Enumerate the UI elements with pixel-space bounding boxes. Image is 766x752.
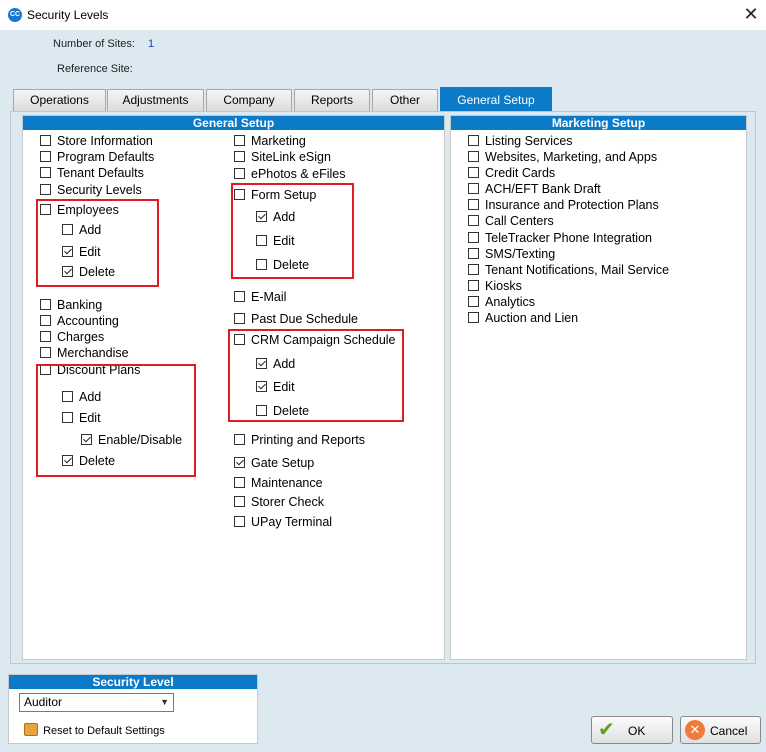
checkbox-security-levels[interactable]: Security Levels xyxy=(40,183,142,199)
checkbox[interactable] xyxy=(40,135,51,146)
tab-operations[interactable]: Operations xyxy=(13,89,106,111)
checkbox-banking[interactable]: Banking xyxy=(40,298,102,314)
checkbox-tenant-defaults[interactable]: Tenant Defaults xyxy=(40,166,144,182)
checkbox-kiosks[interactable]: Kiosks xyxy=(468,279,522,295)
checkbox-merchandise[interactable]: Merchandise xyxy=(40,346,129,362)
highlight-box-discount-plans xyxy=(36,364,196,477)
tab-reports[interactable]: Reports xyxy=(294,89,370,111)
cancel-icon: ✕ xyxy=(685,720,705,740)
checkbox-accounting[interactable]: Accounting xyxy=(40,314,119,330)
close-icon[interactable]: ✕ xyxy=(736,0,766,30)
general-setup-header: General Setup xyxy=(23,116,444,130)
checkbox-store-information[interactable]: Store Information xyxy=(40,134,153,150)
checkbox-gate-setup[interactable]: Gate Setup xyxy=(234,456,314,472)
checkbox-tenant-notifications[interactable]: Tenant Notifications, Mail Service xyxy=(468,263,669,279)
ok-label: OK xyxy=(628,724,646,738)
cancel-label: Cancel xyxy=(710,724,748,738)
highlight-box-form-setup xyxy=(231,183,354,279)
checkbox-websites-marketing-apps[interactable]: Websites, Marketing, and Apps xyxy=(468,150,657,166)
tab-general-setup[interactable]: General Setup xyxy=(440,87,552,112)
checkbox-ach-eft[interactable]: ACH/EFT Bank Draft xyxy=(468,182,601,198)
ok-button[interactable]: ✔ OK xyxy=(591,716,673,744)
reset-icon xyxy=(24,723,38,736)
security-level-header: Security Level xyxy=(9,675,257,689)
highlight-box-employees xyxy=(36,199,159,287)
marketing-setup-header: Marketing Setup xyxy=(451,116,746,130)
number-of-sites-row: Number of Sites: 1 xyxy=(53,38,154,50)
checkbox-listing-services[interactable]: Listing Services xyxy=(468,134,573,150)
cancel-button[interactable]: ✕ Cancel xyxy=(680,716,761,744)
checkbox-email[interactable]: E-Mail xyxy=(234,290,286,306)
reset-to-default-link[interactable]: Reset to Default Settings xyxy=(24,723,165,737)
checkbox-past-due-schedule[interactable]: Past Due Schedule xyxy=(234,312,358,328)
security-level-select[interactable]: Auditor ▼ xyxy=(19,693,174,712)
tab-other[interactable]: Other xyxy=(372,89,438,111)
checkbox-ephotos-efiles[interactable]: ePhotos & eFiles xyxy=(234,167,346,183)
tab-company[interactable]: Company xyxy=(206,89,292,111)
checkbox-charges[interactable]: Charges xyxy=(40,330,104,346)
checkbox-credit-cards[interactable]: Credit Cards xyxy=(468,166,555,182)
checkbox-sitelink-esign[interactable]: SiteLink eSign xyxy=(234,150,331,166)
reference-site-label: Reference Site: xyxy=(57,63,133,75)
number-of-sites-value: 1 xyxy=(147,38,155,50)
checkbox-auction-and-lien[interactable]: Auction and Lien xyxy=(468,311,578,327)
title-bar: CC Security Levels ✕ xyxy=(0,0,766,30)
chevron-down-icon[interactable]: ▼ xyxy=(160,694,169,711)
checkmark-icon: ✔ xyxy=(598,719,615,741)
checkbox-program-defaults[interactable]: Program Defaults xyxy=(40,150,154,166)
checkbox-storer-check[interactable]: Storer Check xyxy=(234,495,324,511)
reset-to-default-label: Reset to Default Settings xyxy=(43,725,165,737)
tab-adjustments[interactable]: Adjustments xyxy=(107,89,204,111)
security-level-selected: Auditor xyxy=(24,695,63,709)
checkbox-marketing[interactable]: Marketing xyxy=(234,134,306,150)
checkbox-call-centers[interactable]: Call Centers xyxy=(468,214,554,230)
checkbox-analytics[interactable]: Analytics xyxy=(468,295,535,311)
window-title: Security Levels xyxy=(27,8,109,22)
number-of-sites-label: Number of Sites: xyxy=(53,38,135,50)
checkbox-printing-and-reports[interactable]: Printing and Reports xyxy=(234,433,365,449)
checkbox-insurance[interactable]: Insurance and Protection Plans xyxy=(468,198,659,214)
highlight-box-crm-campaign xyxy=(228,329,404,422)
app-logo-icon: CC xyxy=(8,8,22,22)
checkbox-maintenance[interactable]: Maintenance xyxy=(234,476,323,492)
checkbox-upay-terminal[interactable]: UPay Terminal xyxy=(234,515,332,531)
checkbox-sms-texting[interactable]: SMS/Texting xyxy=(468,247,555,263)
checkbox-teletracker[interactable]: TeleTracker Phone Integration xyxy=(468,231,652,247)
security-level-panel: Security Level Auditor ▼ Reset to Defaul… xyxy=(8,674,258,744)
